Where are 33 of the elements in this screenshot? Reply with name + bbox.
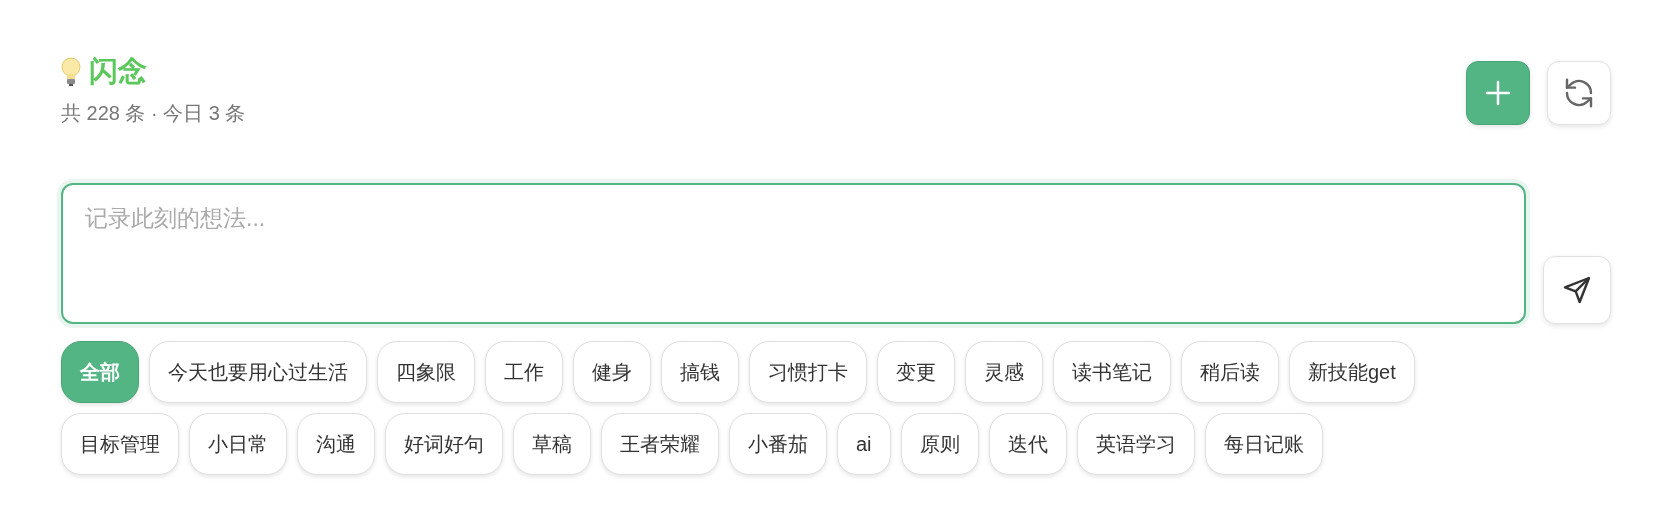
note-input[interactable]: 记录此刻的想法... <box>61 183 1526 324</box>
tag-chip[interactable]: 灵感 <box>965 341 1043 403</box>
tag-chip[interactable]: 小日常 <box>189 413 287 475</box>
tag-chip[interactable]: 稍后读 <box>1181 341 1279 403</box>
plus-icon <box>1485 80 1511 106</box>
page-title: 闪念 <box>89 54 147 89</box>
tag-chip[interactable]: 工作 <box>485 341 563 403</box>
refresh-button[interactable] <box>1547 61 1611 125</box>
tag-chip[interactable]: 每日记账 <box>1204 413 1323 475</box>
tag-chip[interactable]: 迭代 <box>988 413 1067 475</box>
tag-chip[interactable]: 小番茄 <box>729 413 827 475</box>
tag-chip[interactable]: 搞钱 <box>661 341 739 403</box>
tag-chip[interactable]: 四象限 <box>377 341 475 403</box>
lightbulb-icon <box>61 57 81 87</box>
entry-count: 共 228 条 · 今日 3 条 <box>61 101 246 126</box>
tag-chip[interactable]: 读书笔记 <box>1053 341 1171 403</box>
tag-chip[interactable]: 英语学习 <box>1076 413 1195 475</box>
add-button[interactable] <box>1466 61 1530 125</box>
tag-chip[interactable]: 习惯打卡 <box>749 341 867 403</box>
tag-chip[interactable]: 好词好句 <box>385 413 503 475</box>
tag-chip[interactable]: ai <box>837 413 891 475</box>
tag-chip[interactable]: 草稿 <box>513 413 591 475</box>
tag-chip[interactable]: 原则 <box>900 413 979 475</box>
tag-chip[interactable]: 王者荣耀 <box>601 413 719 475</box>
refresh-icon <box>1563 77 1595 109</box>
tag-chip[interactable]: 今天也要用心过生活 <box>149 341 367 403</box>
tag-chip[interactable]: 沟通 <box>297 413 375 475</box>
send-button[interactable] <box>1543 256 1611 324</box>
tag-chip[interactable]: 健身 <box>573 341 651 403</box>
tag-chip[interactable]: 变更 <box>877 341 955 403</box>
send-icon <box>1561 274 1593 306</box>
tag-chip[interactable]: 新技能get <box>1289 341 1415 403</box>
tag-chip[interactable]: 目标管理 <box>61 413 179 475</box>
